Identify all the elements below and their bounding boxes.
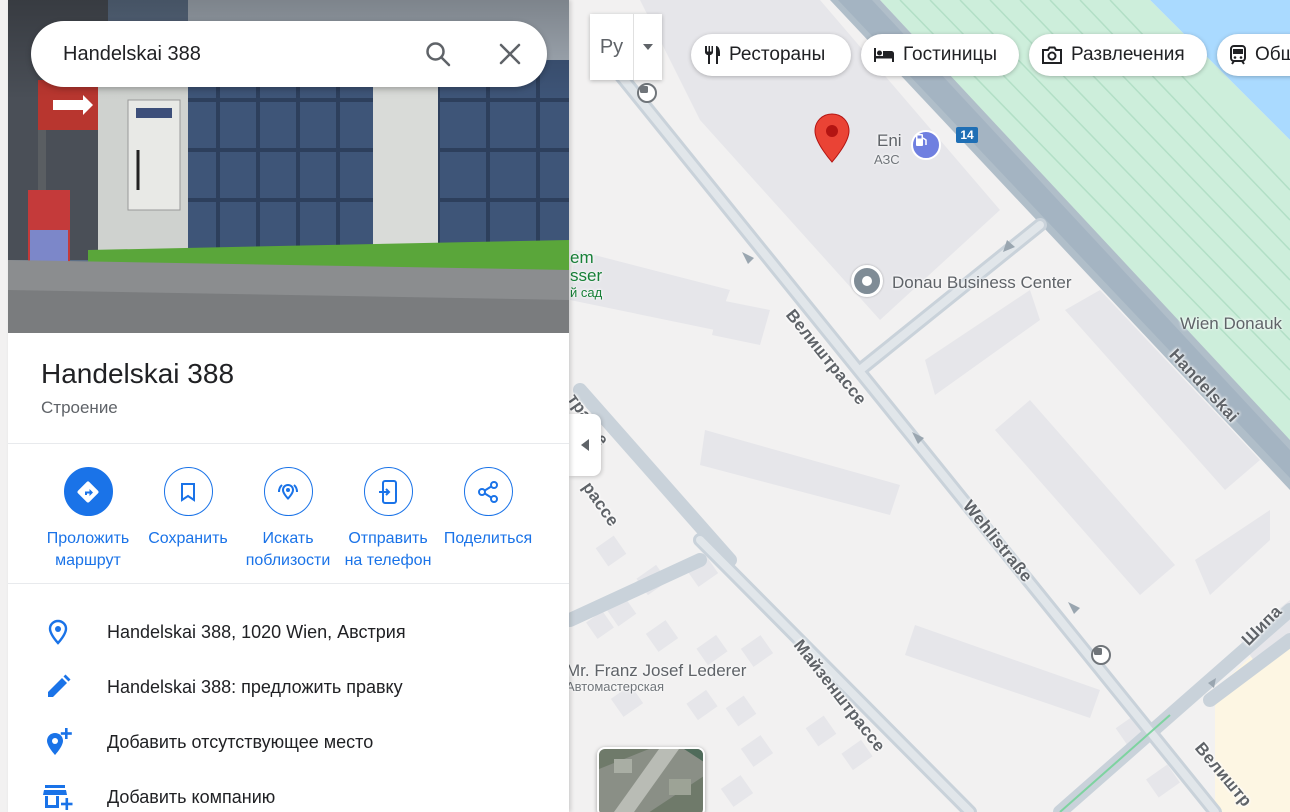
poi-lederer-name[interactable]: Mr. Franz Josef Lederer — [566, 661, 746, 681]
gas-station-icon[interactable] — [911, 130, 941, 160]
add-place-icon — [38, 722, 78, 762]
chip-entertainment[interactable]: Развлечения — [1029, 34, 1207, 76]
caret-left-icon — [581, 439, 589, 451]
divider — [8, 583, 569, 584]
pencil-icon — [38, 667, 78, 707]
save-button[interactable]: Сохранить — [138, 467, 238, 550]
poi-park-line2: sser — [570, 266, 603, 285]
send-to-phone-icon — [363, 467, 413, 516]
chip-label: Рестораны — [729, 44, 826, 65]
chip-label: Гостиницы — [903, 44, 998, 65]
hotel-icon — [874, 48, 894, 62]
share-icon — [463, 467, 513, 516]
chip-label: Общ — [1255, 44, 1290, 65]
action-label: Сохранить — [148, 530, 228, 547]
poi-lederer-type: Автомастерская — [566, 679, 665, 694]
directions-icon — [63, 467, 113, 516]
add-business-icon — [38, 777, 78, 812]
search-input[interactable] — [63, 39, 403, 69]
search-button[interactable] — [421, 37, 455, 71]
add-missing-place-row[interactable]: Добавить отсутствующее место — [38, 722, 558, 762]
poi-eni-type: АЗС — [874, 152, 900, 167]
action-label: Поделиться — [443, 530, 533, 547]
place-title: Handelskai 388 — [41, 358, 235, 389]
add-missing-place-text: Добавить отсутствующее место — [107, 731, 374, 752]
transit-icon — [1230, 45, 1246, 65]
road-shield-badge: 14 — [956, 127, 978, 143]
add-business-text: Добавить компанию — [107, 786, 276, 807]
action-label: Искать поблизости — [245, 530, 331, 569]
close-icon — [499, 43, 521, 65]
send-to-phone-button[interactable]: Отправить на телефон — [338, 467, 438, 572]
poi-park-line3: й сад — [570, 285, 603, 300]
action-label: Проложить маршрут — [46, 530, 130, 569]
restaurant-icon — [705, 46, 720, 64]
share-button[interactable]: Поделиться — [438, 467, 538, 550]
place-category[interactable]: Строение — [41, 398, 118, 418]
chip-hotels[interactable]: Гостиницы — [861, 34, 1019, 76]
directions-button[interactable]: Проложить маршрут — [38, 467, 138, 572]
address-row[interactable]: Handelskai 388, 1020 Wien, Австрия — [38, 612, 558, 652]
poi-eni-name[interactable]: Eni — [877, 131, 902, 151]
chip-restaurants[interactable]: Рестораны — [691, 34, 851, 76]
satellite-layer-toggle[interactable] — [597, 747, 705, 812]
bus-stop-icon[interactable] — [637, 83, 657, 103]
nearby-icon — [263, 467, 313, 516]
satellite-thumbnail-image — [599, 749, 703, 812]
bus-stop-icon[interactable] — [1091, 645, 1111, 665]
action-label: Отправить на телефон — [344, 530, 432, 569]
close-search-button[interactable] — [493, 37, 527, 71]
search-icon — [426, 42, 451, 67]
bookmark-icon — [163, 467, 213, 516]
poi-marker-icon[interactable] — [851, 265, 883, 297]
search-box — [31, 21, 547, 87]
poi-park-line1: em — [570, 248, 594, 267]
suggest-edit-text: Handelskai 388: предложить правку — [107, 676, 403, 697]
chip-transit[interactable]: Общ — [1217, 34, 1290, 76]
camera-icon — [1042, 46, 1062, 64]
language-label: Py — [590, 14, 634, 80]
divider — [8, 443, 569, 444]
location-pin-icon — [38, 612, 78, 652]
place-panel: Handelskai 388 Строение Проложить маршру… — [8, 0, 569, 812]
suggest-edit-row[interactable]: Handelskai 388: предложить правку — [38, 667, 558, 707]
map-language-button[interactable]: Py — [590, 14, 662, 80]
poi-wien-donau[interactable]: Wien Donauk — [1180, 314, 1282, 334]
chevron-down-icon — [634, 14, 662, 80]
nearby-button[interactable]: Искать поблизости — [238, 467, 338, 572]
add-business-row[interactable]: Добавить компанию — [38, 777, 558, 812]
address-text: Handelskai 388, 1020 Wien, Австрия — [107, 621, 406, 642]
collapse-panel-button[interactable] — [569, 414, 601, 476]
poi-donau-business-center[interactable]: Donau Business Center — [892, 273, 1072, 293]
chip-label: Развлечения — [1071, 44, 1185, 65]
